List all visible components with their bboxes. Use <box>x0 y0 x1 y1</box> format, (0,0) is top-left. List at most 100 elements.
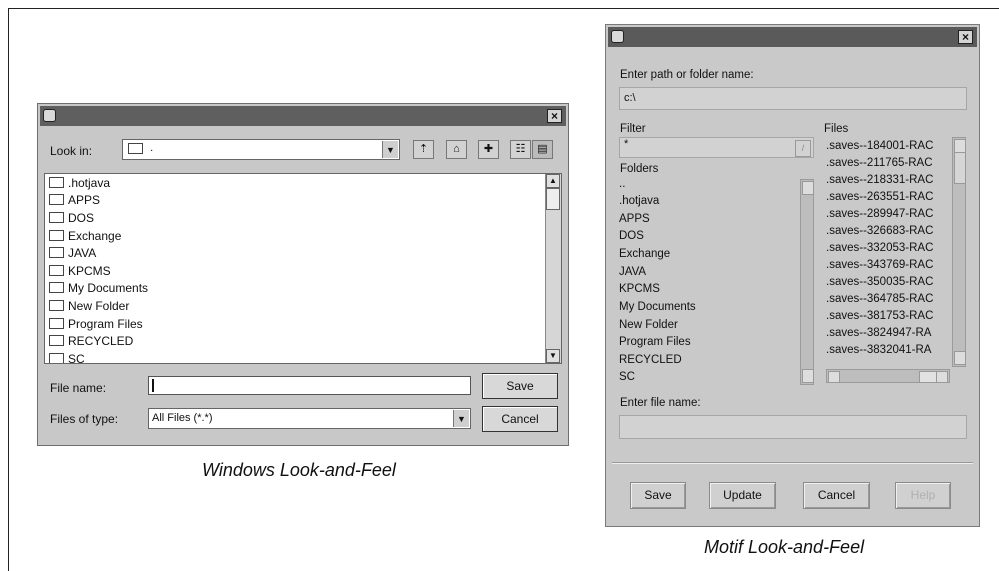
list-item[interactable]: KPCMS <box>619 283 660 295</box>
list-item[interactable]: .saves--364785-RAC <box>826 293 933 305</box>
list-item[interactable]: JAVA <box>619 266 646 278</box>
list-item[interactable]: .saves--3832041-RA <box>826 344 931 356</box>
list-item[interactable]: .. <box>619 178 625 190</box>
save-button[interactable]: Save <box>630 482 686 509</box>
list-item[interactable]: My Documents <box>619 301 696 313</box>
list-item[interactable]: APPS <box>619 213 650 225</box>
files-label: Files <box>824 123 849 135</box>
folder-icon <box>49 247 64 259</box>
folders-list[interactable]: .. .hotjava APPS DOS Exchange JAVA KPCMS… <box>619 177 814 387</box>
files-list[interactable]: .saves--184001-RAC .saves--211765-RAC .s… <box>824 137 967 387</box>
scroll-down-icon[interactable]: ▼ <box>546 349 560 363</box>
list-item[interactable]: JAVA <box>49 246 96 260</box>
list-item[interactable]: .saves--263551-RAC <box>826 191 933 203</box>
file-name-input[interactable] <box>619 415 967 439</box>
folder-icon <box>49 230 64 242</box>
scroll-thumb[interactable] <box>954 152 966 184</box>
scroll-thumb[interactable] <box>919 371 937 383</box>
help-button[interactable]: Help <box>895 482 951 509</box>
home-icon[interactable]: ⌂ <box>446 140 467 159</box>
title-bar[interactable]: × <box>608 27 977 47</box>
list-item[interactable]: New Folder <box>619 319 678 331</box>
filter-input[interactable]: * / <box>619 137 814 158</box>
chevron-down-icon[interactable]: ▼ <box>453 410 469 427</box>
vertical-scrollbar[interactable]: ▲ ▼ <box>545 174 561 363</box>
scroll-up-icon[interactable]: ▲ <box>546 174 560 188</box>
look-in-value: . <box>150 142 154 154</box>
close-icon[interactable]: × <box>547 109 562 123</box>
scroll-down-icon[interactable] <box>954 351 966 365</box>
file-name-label: File name: <box>50 381 107 395</box>
chevron-down-icon[interactable]: ▼ <box>382 141 398 158</box>
folder-icon <box>49 212 64 224</box>
details-view-icon[interactable]: ▤ <box>532 140 553 159</box>
up-folder-icon[interactable]: ⇡ <box>413 140 434 159</box>
cancel-button[interactable]: Cancel <box>482 406 558 432</box>
horizontal-scrollbar[interactable] <box>826 369 950 383</box>
list-item[interactable]: .saves--3824947-RA <box>826 327 931 339</box>
folder-icon <box>49 265 64 277</box>
scroll-left-icon[interactable] <box>828 371 840 383</box>
list-item[interactable]: .saves--343769-RAC <box>826 259 933 271</box>
windows-caption: Windows Look-and-Feel <box>202 460 396 480</box>
list-item[interactable]: APPS <box>49 193 100 207</box>
cancel-button[interactable]: Cancel <box>803 482 870 509</box>
look-in-combo[interactable]: . ▼ <box>122 139 400 160</box>
coffee-cup-icon <box>611 30 624 43</box>
vertical-scrollbar[interactable] <box>800 179 814 385</box>
list-item[interactable]: KPCMS <box>49 264 111 278</box>
list-item[interactable]: Program Files <box>619 336 691 348</box>
filter-label: Filter <box>620 123 646 135</box>
list-item[interactable]: Program Files <box>49 317 143 331</box>
folder-icon <box>49 335 64 347</box>
list-item[interactable]: My Documents <box>49 281 148 295</box>
list-item[interactable]: Exchange <box>619 248 670 260</box>
list-item[interactable]: SC <box>49 352 85 363</box>
divider <box>612 462 973 464</box>
update-button[interactable]: Update <box>709 482 776 509</box>
new-folder-icon[interactable]: ✚ <box>478 140 499 159</box>
folder-icon <box>49 300 64 312</box>
files-of-type-value: All Files (*.*) <box>152 412 213 424</box>
scroll-right-icon[interactable] <box>936 371 948 383</box>
folder-icon <box>49 282 64 294</box>
files-of-type-label: Files of type: <box>50 412 119 426</box>
list-item[interactable]: .saves--350035-RAC <box>826 276 933 288</box>
scroll-down-icon[interactable] <box>802 369 814 383</box>
windows-file-dialog: × Look in: . ▼ ⇡ ⌂ ✚ ☷ ▤ .hotjava APPS D… <box>37 103 569 446</box>
motif-caption: Motif Look-and-Feel <box>704 537 865 557</box>
list-item[interactable]: .hotjava <box>49 176 110 190</box>
list-item[interactable]: DOS <box>619 230 644 242</box>
list-item[interactable]: .saves--218331-RAC <box>826 174 933 186</box>
list-item[interactable]: New Folder <box>49 299 129 313</box>
text-caret <box>152 379 154 392</box>
scroll-thumb[interactable] <box>546 188 560 210</box>
path-input[interactable]: c:\ <box>619 87 967 110</box>
scroll-up-icon[interactable] <box>802 181 814 195</box>
file-name-input[interactable] <box>148 376 471 395</box>
files-of-type-combo[interactable]: All Files (*.*) ▼ <box>148 408 471 429</box>
close-icon[interactable]: × <box>958 30 973 44</box>
list-item[interactable]: .saves--184001-RAC <box>826 140 933 152</box>
list-item[interactable]: RECYCLED <box>49 334 133 348</box>
list-item[interactable]: .saves--381753-RAC <box>826 310 933 322</box>
title-bar[interactable]: × <box>40 106 566 126</box>
list-item[interactable]: .saves--289947-RAC <box>826 208 933 220</box>
list-item[interactable]: .saves--211765-RAC <box>826 157 933 169</box>
motif-file-dialog: × Enter path or folder name: c:\ Filter … <box>605 24 980 527</box>
list-view-icon[interactable]: ☷ <box>510 140 531 159</box>
list-item[interactable]: .hotjava <box>619 195 659 207</box>
folder-icon <box>49 318 64 330</box>
folder-icon <box>49 177 64 189</box>
list-item[interactable]: DOS <box>49 211 94 225</box>
list-item[interactable]: .saves--332053-RAC <box>826 242 933 254</box>
scroll-up-icon[interactable] <box>954 139 966 153</box>
save-button[interactable]: Save <box>482 373 558 399</box>
filter-edit-icon: / <box>795 140 811 157</box>
folder-list[interactable]: .hotjava APPS DOS Exchange JAVA KPCMS My… <box>44 173 562 364</box>
list-item[interactable]: Exchange <box>49 229 121 243</box>
list-item[interactable]: SC <box>619 371 635 383</box>
vertical-scrollbar[interactable] <box>952 137 966 367</box>
list-item[interactable]: .saves--326683-RAC <box>826 225 933 237</box>
list-item[interactable]: RECYCLED <box>619 354 682 366</box>
